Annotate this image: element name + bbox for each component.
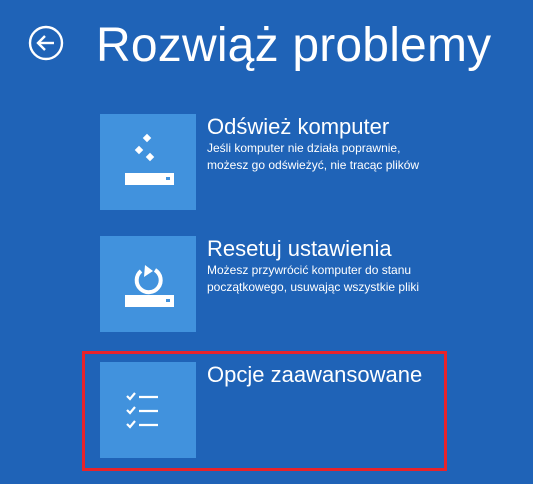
- advanced-options-option[interactable]: Opcje zaawansowane: [97, 362, 527, 464]
- checklist-icon: [126, 392, 158, 429]
- refresh-pc-description-line-2: możesz go odświeżyć, nie tracąc plików: [207, 158, 420, 172]
- reset-pc-description-line-2: początkowego, usuwając wszystkie pliki: [207, 280, 420, 294]
- reset-pc-description-line-1: Możesz przywrócić komputer do stanu: [207, 263, 412, 277]
- advanced-options-tile: [100, 362, 196, 458]
- refresh-pc-title: Odśwież komputer: [207, 114, 390, 139]
- reset-pc-icon: [125, 265, 174, 307]
- reset-pc-tile: [100, 236, 196, 332]
- refresh-pc-description: Jeśli komputer nie działa poprawnie, moż…: [207, 140, 527, 174]
- advanced-options-title: Opcje zaawansowane: [207, 362, 423, 387]
- back-arrow-circle-icon: [28, 25, 64, 61]
- troubleshoot-screen: Rozwiąż problemy Odśwież komputer Jeśli …: [0, 0, 533, 484]
- page-title: Rozwiąż problemy: [96, 19, 492, 72]
- reset-pc-option[interactable]: Resetuj ustawienia Możesz przywrócić kom…: [97, 236, 527, 338]
- advanced-options-text: Opcje zaawansowane: [207, 362, 527, 388]
- reset-pc-description: Możesz przywrócić komputer do stanu pocz…: [207, 262, 527, 296]
- reset-pc-text: Resetuj ustawienia Możesz przywrócić kom…: [207, 236, 527, 296]
- back-button[interactable]: [27, 24, 65, 62]
- refresh-pc-description-line-1: Jeśli komputer nie działa poprawnie,: [207, 141, 401, 155]
- refresh-pc-tile: [100, 114, 196, 210]
- refresh-pc-text: Odśwież komputer Jeśli komputer nie dzia…: [207, 114, 527, 174]
- refresh-pc-icon: [125, 133, 174, 185]
- reset-pc-title: Resetuj ustawienia: [207, 236, 392, 261]
- refresh-pc-option[interactable]: Odśwież komputer Jeśli komputer nie dzia…: [97, 114, 527, 216]
